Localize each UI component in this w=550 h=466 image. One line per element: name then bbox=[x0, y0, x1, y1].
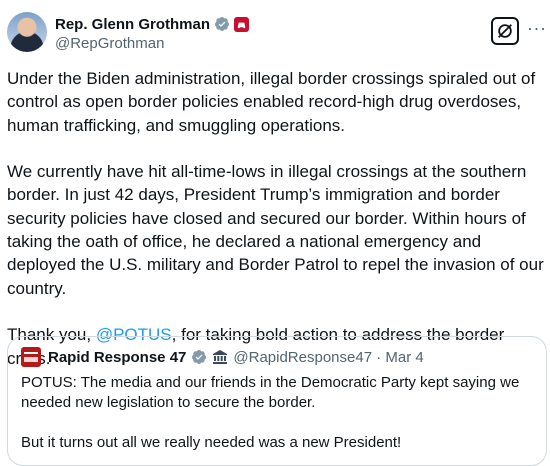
more-options-button[interactable]: ··· bbox=[527, 18, 546, 39]
grok-button[interactable] bbox=[491, 17, 519, 45]
tweet-text: Under the Biden administration, illegal … bbox=[7, 67, 547, 370]
verified-badge-icon bbox=[192, 350, 207, 365]
grok-icon bbox=[498, 24, 512, 38]
author-name-row: Rep. Glenn Grothman bbox=[55, 14, 250, 34]
quoted-tweet[interactable]: Rapid Response 47 @RapidResponse47 · Mar… bbox=[7, 336, 547, 466]
tweet-paragraph-2: We currently have hit all-time-lows in i… bbox=[7, 162, 549, 298]
party-badge-icon bbox=[234, 16, 250, 32]
tweet-paragraph-1: Under the Biden administration, illegal … bbox=[7, 69, 540, 135]
quoted-tweet-text: POTUS: The media and our friends in the … bbox=[21, 374, 520, 451]
author-name[interactable]: Rep. Glenn Grothman bbox=[55, 16, 210, 33]
author-handle[interactable]: @RepGrothman bbox=[55, 35, 164, 52]
government-building-icon bbox=[213, 350, 228, 364]
quoted-author-avatar[interactable] bbox=[21, 347, 41, 367]
verified-badge-icon bbox=[215, 17, 230, 32]
quoted-tweet-header: Rapid Response 47 @RapidResponse47 · Mar… bbox=[21, 347, 424, 367]
author-avatar[interactable] bbox=[7, 12, 47, 52]
quoted-author-handle-date[interactable]: @RapidResponse47 · Mar 4 bbox=[233, 349, 423, 366]
quoted-author-name[interactable]: Rapid Response 47 bbox=[48, 349, 186, 366]
